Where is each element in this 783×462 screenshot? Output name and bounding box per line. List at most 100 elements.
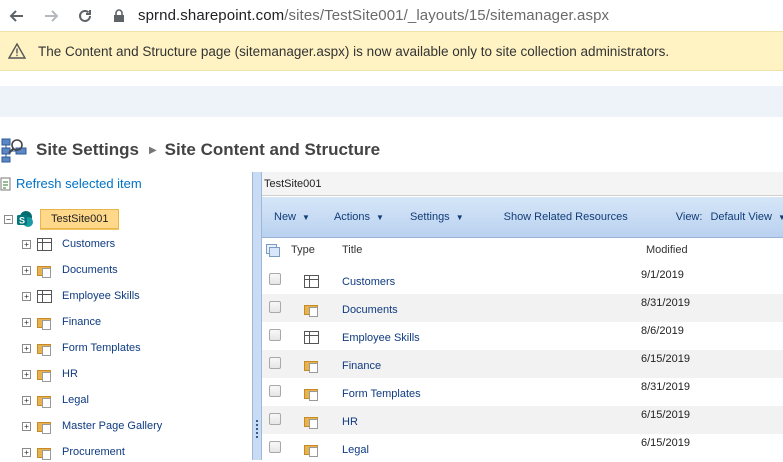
row-modified: 8/6/2019 — [641, 325, 684, 337]
ribbon-bar — [0, 86, 783, 117]
library-icon — [304, 303, 319, 317]
collapse-icon[interactable]: − — [4, 214, 13, 224]
row-title-link[interactable]: Form Templates — [342, 388, 421, 400]
row-checkbox[interactable] — [269, 273, 281, 285]
reload-icon[interactable] — [74, 5, 96, 27]
tree-item-documents[interactable]: + Documents — [22, 260, 118, 280]
list-icon — [37, 237, 52, 251]
table-row[interactable]: Legal 6/15/2019 — [262, 434, 783, 462]
row-checkbox[interactable] — [269, 301, 281, 313]
tree-root-node[interactable]: − S TestSite001 — [4, 209, 120, 229]
refresh-icon — [0, 177, 12, 191]
expand-icon[interactable]: + — [22, 265, 31, 275]
actions-menu-button[interactable]: Actions ▼ — [320, 197, 398, 237]
actions-label: Actions — [333, 211, 371, 223]
library-icon — [304, 387, 319, 401]
expand-icon[interactable]: + — [22, 369, 31, 379]
refresh-selected-item-link[interactable]: Refresh selected item — [0, 176, 142, 191]
view-label: View: — [675, 211, 703, 223]
row-title-link[interactable]: Finance — [342, 360, 381, 372]
chevron-down-icon: ▼ — [778, 212, 783, 222]
chevron-down-icon: ▼ — [455, 212, 464, 222]
splitter-grip-icon[interactable] — [256, 420, 258, 438]
row-checkbox[interactable] — [269, 329, 281, 341]
view-selector[interactable]: View: Default View ▼ — [650, 197, 783, 237]
new-label: New — [274, 211, 297, 223]
column-modified[interactable]: Modified — [646, 244, 688, 256]
tree-item-label: Legal — [62, 394, 89, 406]
expand-icon[interactable]: + — [22, 343, 31, 353]
back-arrow-icon[interactable] — [6, 5, 28, 27]
warning-text: The Content and Structure page (sitemana… — [38, 43, 670, 59]
tree-item-procurement[interactable]: + Procurement — [22, 442, 125, 462]
table-row[interactable]: Documents 8/31/2019 — [262, 294, 783, 322]
refresh-label: Refresh selected item — [16, 176, 142, 191]
library-icon — [37, 368, 52, 382]
tree-item-hr[interactable]: + HR — [22, 364, 78, 384]
expand-icon[interactable]: + — [22, 317, 31, 327]
row-title-link[interactable]: Legal — [342, 444, 369, 456]
expand-icon[interactable]: + — [22, 421, 31, 431]
row-checkbox[interactable] — [269, 385, 281, 397]
expand-icon[interactable]: + — [22, 239, 31, 249]
tree-item-label: Documents — [62, 264, 118, 276]
url-host: sprnd.sharepoint.com — [138, 7, 285, 24]
table-row[interactable]: Employee Skills 8/6/2019 — [262, 322, 783, 350]
tree-root-label[interactable]: TestSite001 — [40, 209, 120, 229]
address-bar[interactable]: sprnd.sharepoint.com/sites/TestSite001/_… — [138, 7, 609, 24]
settings-label: Settings — [409, 211, 450, 223]
tree-item-label: Customers — [62, 238, 116, 250]
warning-banner: The Content and Structure page (sitemana… — [0, 31, 783, 71]
row-title-link[interactable]: HR — [342, 416, 358, 428]
forward-arrow-icon[interactable] — [40, 5, 62, 27]
tree-item-legal[interactable]: + Legal — [22, 390, 89, 410]
grid-header: Type Title Modified — [262, 238, 783, 266]
column-type[interactable]: Type — [291, 244, 315, 256]
browser-toolbar: sprnd.sharepoint.com/sites/TestSite001/_… — [0, 0, 783, 31]
tree-item-employee-skills[interactable]: + Employee Skills — [22, 286, 140, 306]
expand-icon[interactable]: + — [22, 395, 31, 405]
sharepoint-icon: S — [16, 210, 34, 228]
tree-item-label: Procurement — [62, 446, 125, 458]
tree-item-label: Finance — [62, 316, 102, 328]
content-pane: TestSite001 New ▼ Actions ▼ Settings ▼ Show… — [262, 172, 783, 460]
row-title-link[interactable]: Employee Skills — [342, 332, 420, 344]
library-icon — [304, 443, 319, 457]
breadcrumb-site-settings[interactable]: Site Settings — [36, 140, 139, 160]
site-settings-icon — [0, 137, 28, 163]
tree-item-finance[interactable]: + Finance — [22, 312, 101, 332]
tree-item-master-page-gallery[interactable]: + Master Page Gallery — [22, 416, 162, 436]
row-modified: 6/15/2019 — [641, 437, 690, 449]
row-title-link[interactable]: Customers — [342, 276, 395, 288]
site-tree-pane: Refresh selected item − S TestSite001 + … — [0, 172, 252, 460]
table-row[interactable]: HR 6/15/2019 — [262, 406, 783, 434]
row-checkbox[interactable] — [269, 413, 281, 425]
select-all-icon[interactable] — [266, 244, 280, 257]
settings-menu-button[interactable]: Settings ▼ — [398, 197, 476, 237]
expand-icon[interactable]: + — [22, 291, 31, 301]
pane-splitter[interactable] — [252, 172, 262, 460]
table-row[interactable]: Form Templates 8/31/2019 — [262, 378, 783, 406]
chevron-down-icon: ▼ — [302, 212, 310, 222]
tree-item-customers[interactable]: + Customers — [22, 234, 115, 254]
library-icon — [37, 316, 52, 330]
row-title-link[interactable]: Documents — [342, 304, 398, 316]
lock-icon — [108, 5, 130, 27]
expand-icon[interactable]: + — [22, 447, 31, 457]
table-row[interactable]: Customers 9/1/2019 — [262, 266, 783, 294]
row-checkbox[interactable] — [269, 357, 281, 369]
table-row[interactable]: Finance 6/15/2019 — [262, 350, 783, 378]
tree-item-form-templates[interactable]: + Form Templates — [22, 338, 141, 358]
view-value: Default View — [710, 211, 772, 223]
tree-item-label: Master Page Gallery — [62, 420, 163, 432]
show-related-resources-button[interactable]: Show Related Resources — [482, 197, 650, 237]
tree-item-label: Form Templates — [62, 342, 141, 354]
tree-item-label: HR — [62, 368, 78, 380]
column-title[interactable]: Title — [342, 244, 362, 256]
content-toolbar: New ▼ Actions ▼ Settings ▼ Show Related Res… — [262, 197, 783, 238]
row-checkbox[interactable] — [269, 441, 281, 453]
library-icon — [304, 415, 319, 429]
new-menu-button[interactable]: New ▼ — [262, 197, 320, 237]
row-modified: 8/31/2019 — [641, 297, 690, 309]
library-icon — [37, 264, 52, 278]
